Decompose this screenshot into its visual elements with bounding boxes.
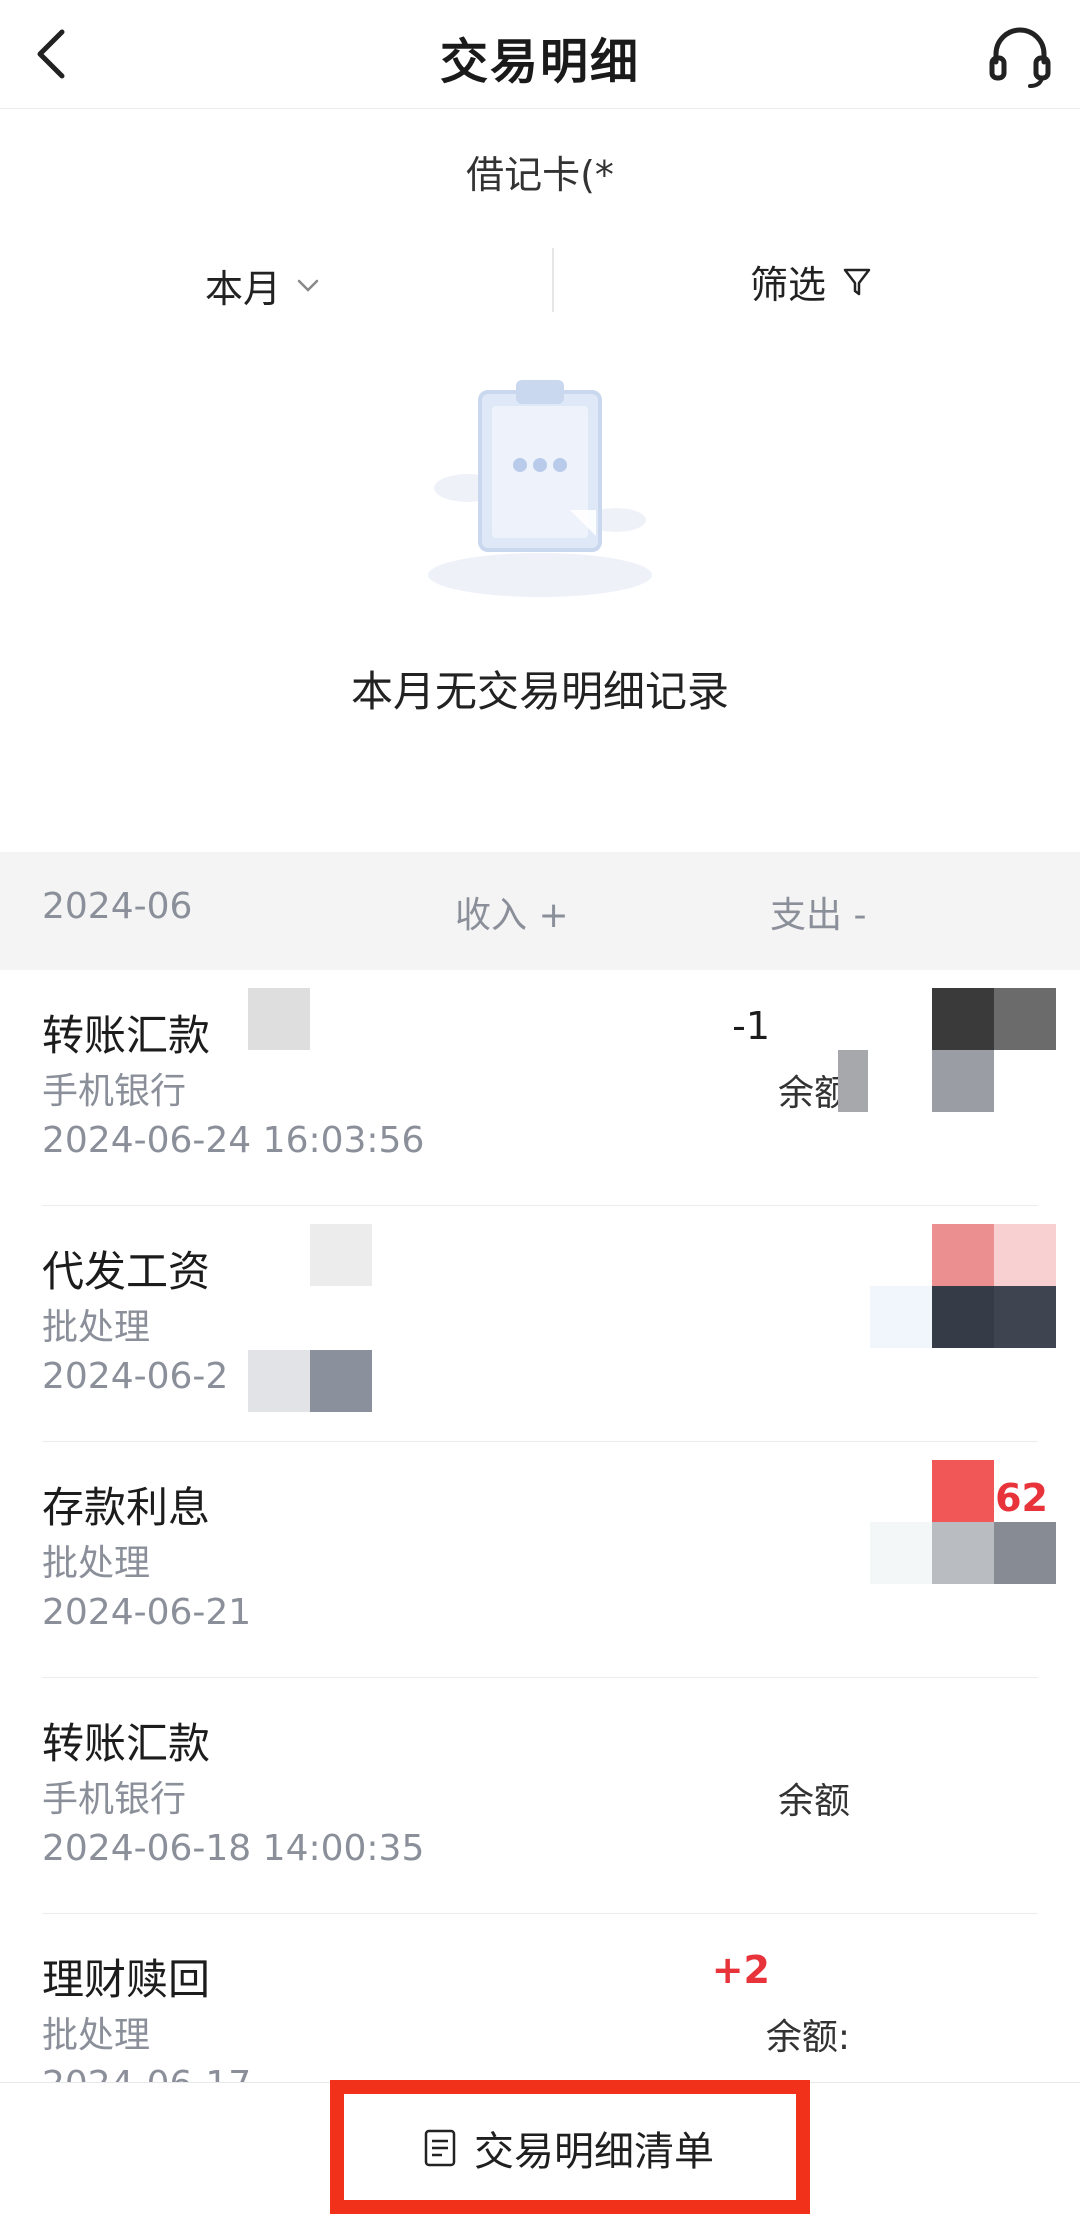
transaction-time: 2024-06-24 16:03:56 [42, 1120, 425, 1161]
redaction-block [994, 988, 1056, 1050]
transaction-title: 代发工资 [42, 1247, 211, 1296]
headset-icon [989, 27, 1051, 88]
month-label: 本月 [205, 267, 282, 311]
redaction-block [932, 1522, 994, 1584]
transaction-statement-button[interactable]: 交易明细清单 [328, 2083, 808, 2213]
month-summary: 2024-06 收入 + 支出 - [0, 852, 1080, 970]
redaction-block [994, 1286, 1056, 1348]
income-label: 收入 + [455, 895, 569, 936]
transaction-balance: 余额: [765, 2017, 850, 2058]
transaction-amount: +2 [711, 1948, 770, 1992]
empty-state-text: 本月无交易明细记录 [350, 667, 729, 716]
redaction-block [838, 1050, 868, 1112]
redaction-block [932, 988, 994, 1050]
transaction-title: 转账汇款 [42, 1011, 211, 1060]
bottom-action-bar: 交易明细清单 [0, 2082, 1080, 2229]
redaction-block [248, 988, 310, 1050]
redaction-block [932, 1224, 994, 1286]
filter-button[interactable]: 筛选 [750, 254, 874, 309]
transaction-title: 存款利息 [42, 1483, 211, 1532]
transaction-row[interactable]: 转账汇款 手机银行 2024-06-24 16:03:56 -1 余额 [0, 970, 1080, 1206]
transaction-amount: -1 [732, 1004, 770, 1048]
transaction-channel: 批处理 [42, 1307, 151, 1348]
filter-bar: 本月 筛选 [0, 240, 1080, 322]
funnel-icon [843, 268, 871, 295]
redaction-block [310, 1224, 372, 1286]
redaction-block [248, 1350, 310, 1412]
transaction-row[interactable]: 代发工资 批处理 2024-06-2 [0, 1206, 1080, 1442]
transaction-amount: 62 [995, 1476, 1048, 1520]
transaction-channel: 手机银行 [42, 1071, 187, 1112]
filter-label: 筛选 [750, 263, 827, 307]
month-dropdown[interactable]: 本月 [205, 258, 323, 313]
redaction-block [994, 1522, 1056, 1584]
document-list-icon [424, 2129, 456, 2167]
transaction-time: 2024-06-18 14:00:35 [42, 1828, 425, 1869]
transaction-channel: 手机银行 [42, 1779, 187, 1820]
transaction-title: 理财赎回 [42, 1955, 211, 2004]
transaction-title: 转账汇款 [42, 1719, 211, 1768]
redaction-block [870, 1522, 932, 1584]
redaction-block [310, 1350, 372, 1412]
account-card-selector[interactable]: 借记卡(* [0, 144, 1080, 199]
transaction-time: 2024-06-21 [42, 1592, 252, 1633]
statement-label: 交易明细清单 [474, 2129, 714, 2175]
redaction-block [932, 1460, 994, 1522]
transaction-channel: 批处理 [42, 1543, 151, 1584]
filter-divider [552, 248, 554, 312]
redaction-block [994, 1224, 1056, 1286]
transaction-channel: 批处理 [42, 2015, 151, 2056]
customer-service-button[interactable] [980, 16, 1060, 96]
transaction-time: 2024-06-2 [42, 1356, 229, 1397]
redaction-block [932, 1286, 994, 1348]
clipboard-icon [420, 370, 660, 600]
transaction-row[interactable]: 存款利息 批处理 2024-06-21 62 [0, 1442, 1080, 1678]
redaction-block [870, 1286, 932, 1348]
chevron-down-icon [297, 279, 319, 292]
summary-month: 2024-06 [42, 886, 193, 927]
transaction-balance: 余额 [777, 1781, 850, 1822]
redaction-block [932, 1050, 994, 1112]
expense-label: 支出 - [770, 895, 867, 936]
nav-header: 交易明细 [0, 0, 1080, 109]
transaction-row[interactable]: 转账汇款 手机银行 2024-06-18 14:00:35 余额 [0, 1678, 1080, 1914]
page-title: 交易明细 [439, 34, 640, 90]
transaction-list: 转账汇款 手机银行 2024-06-24 16:03:56 -1 余额 代发工资… [0, 970, 1080, 2150]
